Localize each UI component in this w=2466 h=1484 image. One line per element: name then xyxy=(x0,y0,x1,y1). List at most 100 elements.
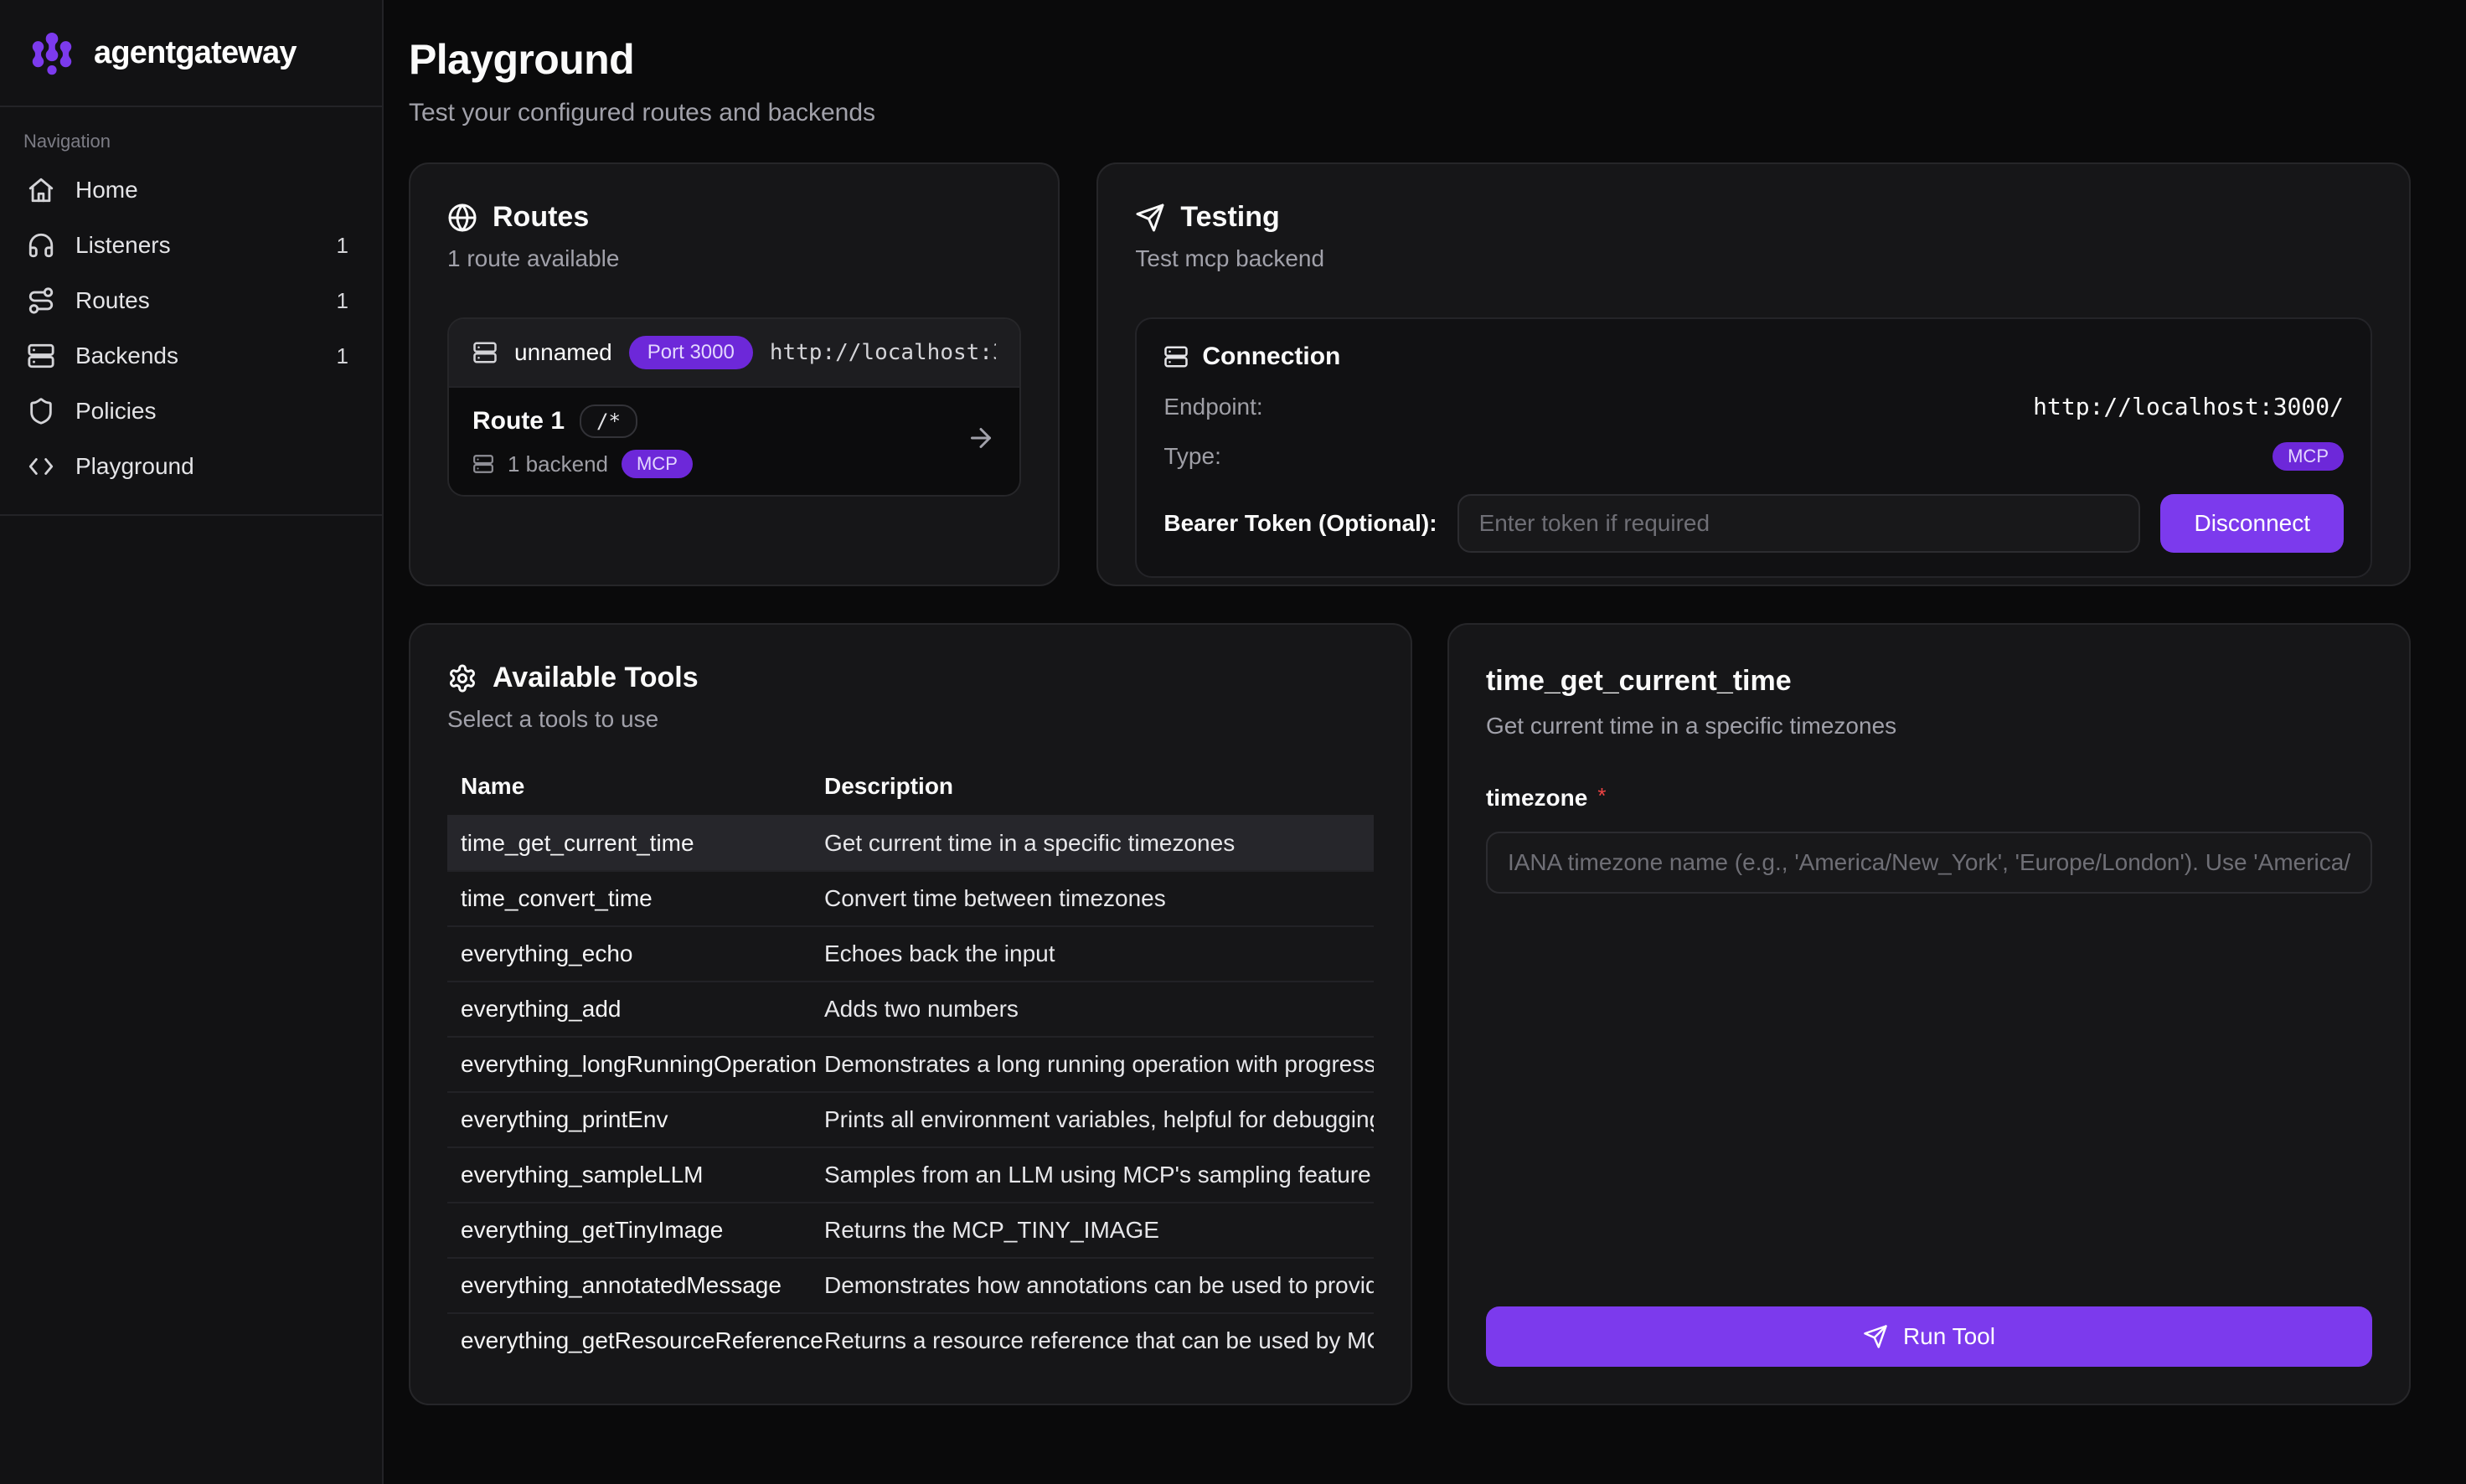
gear-icon xyxy=(447,663,477,693)
tool-name: time_get_current_time xyxy=(447,830,824,857)
bearer-token-input[interactable] xyxy=(1457,494,2141,553)
routes-card-title: Routes xyxy=(493,201,589,234)
tool-runner-title: time_get_current_time xyxy=(1486,665,2372,698)
tool-name: everything_longRunningOperation xyxy=(447,1051,824,1078)
route-name: Route 1 xyxy=(472,407,565,435)
sidebar: agentgateway Navigation Home Listeners 1 xyxy=(0,0,384,1484)
tool-description: Convert time between timezones xyxy=(824,885,1374,912)
tool-description: Returns a resource reference that can be… xyxy=(824,1327,1374,1354)
page-subtitle: Test your configured routes and backends xyxy=(409,99,2411,127)
required-marker: * xyxy=(1597,785,1606,806)
tool-name: everything_echo xyxy=(447,940,824,967)
sidebar-item-count: 1 xyxy=(337,233,355,259)
tools-table: Name Description time_get_current_time G… xyxy=(447,773,1374,1367)
route-path-badge: /* xyxy=(580,404,637,438)
tool-description: Returns the MCP_TINY_IMAGE xyxy=(824,1217,1374,1244)
column-header-name: Name xyxy=(447,773,824,800)
server-icon xyxy=(27,342,55,370)
disconnect-button[interactable]: Disconnect xyxy=(2160,494,2344,553)
route-row[interactable]: Route 1 /* 1 backend MCP xyxy=(449,386,1019,495)
tool-row[interactable]: time_convert_time Convert time between t… xyxy=(447,872,1374,927)
tool-description: Echoes back the input xyxy=(824,940,1374,967)
testing-card-title: Testing xyxy=(1180,201,1279,234)
route-backend-count: 1 backend xyxy=(508,451,608,477)
tool-row[interactable]: everything_sampleLLM Samples from an LLM… xyxy=(447,1148,1374,1203)
tool-runner-description: Get current time in a specific timezones xyxy=(1486,713,2372,739)
tool-name: everything_getTinyImage xyxy=(447,1217,824,1244)
sidebar-divider xyxy=(0,514,382,516)
tool-description: Adds two numbers xyxy=(824,996,1374,1023)
tool-description: Demonstrates a long running operation wi… xyxy=(824,1051,1374,1078)
tool-name: everything_printEnv xyxy=(447,1106,824,1133)
send-icon xyxy=(1863,1324,1888,1349)
endpoint-value: http://localhost:3000/ xyxy=(2033,393,2344,420)
tool-name: time_convert_time xyxy=(447,885,824,912)
sidebar-item-count: 1 xyxy=(337,343,355,369)
table-body: time_get_current_time Get current time i… xyxy=(447,817,1374,1367)
testing-card: Testing Test mcp backend Connection Endp… xyxy=(1096,162,2411,586)
table-header-row: Name Description xyxy=(447,773,1374,817)
sidebar-item-listeners[interactable]: Listeners 1 xyxy=(13,218,369,273)
sidebar-nav: Home Listeners 1 Routes 1 Backe xyxy=(0,162,382,494)
available-tools-subtitle: Select a tools to use xyxy=(447,706,1374,733)
tool-row[interactable]: everything_annotatedMessage Demonstrates… xyxy=(447,1259,1374,1314)
bearer-token-label: Bearer Token (Optional): xyxy=(1163,510,1437,537)
tool-row[interactable]: everything_printEnv Prints all environme… xyxy=(447,1093,1374,1148)
run-tool-label: Run Tool xyxy=(1903,1323,1995,1350)
send-icon xyxy=(1135,203,1165,233)
connection-title: Connection xyxy=(1202,343,1340,371)
routes-card-subtitle: 1 route available xyxy=(447,245,1021,272)
tool-row[interactable]: everything_getResourceReference Returns … xyxy=(447,1314,1374,1367)
sidebar-item-backends[interactable]: Backends 1 xyxy=(13,328,369,384)
sidebar-item-label: Listeners xyxy=(75,232,317,259)
sidebar-item-playground[interactable]: Playground xyxy=(13,439,369,494)
sidebar-item-label: Home xyxy=(75,177,355,204)
brand-name: agentgateway xyxy=(94,35,297,71)
sidebar-item-routes[interactable]: Routes 1 xyxy=(13,273,369,328)
timezone-input[interactable] xyxy=(1486,832,2372,894)
route-icon xyxy=(27,286,55,315)
tool-runner-panel: time_get_current_time Get current time i… xyxy=(1447,623,2411,1405)
sidebar-item-label: Routes xyxy=(75,287,317,314)
available-tools-title: Available Tools xyxy=(493,662,699,694)
available-tools-card: Available Tools Select a tools to use Na… xyxy=(409,623,1412,1405)
app-root: agentgateway Navigation Home Listeners 1 xyxy=(0,0,2466,1484)
type-label: Type: xyxy=(1163,443,1220,470)
listener-name: unnamed xyxy=(514,339,612,366)
port-badge: Port 3000 xyxy=(629,336,753,369)
tool-row[interactable]: everything_getTinyImage Returns the MCP_… xyxy=(447,1203,1374,1259)
listener-group: unnamed Port 3000 http://localhost:3000/… xyxy=(447,317,1021,497)
column-header-description: Description xyxy=(824,773,1374,800)
sidebar-item-label: Playground xyxy=(75,453,355,480)
param-label-timezone: timezone xyxy=(1486,785,1587,812)
shield-icon xyxy=(27,397,55,425)
headphones-icon xyxy=(27,231,55,260)
server-icon xyxy=(1163,344,1189,369)
code-icon xyxy=(27,452,55,481)
tool-row[interactable]: everything_echo Echoes back the input xyxy=(447,927,1374,982)
arrow-right-icon xyxy=(966,423,996,460)
sidebar-item-label: Policies xyxy=(75,398,355,425)
brand[interactable]: agentgateway xyxy=(0,0,382,107)
sidebar-item-count: 1 xyxy=(337,288,355,314)
tool-description: Prints all environment variables, helpfu… xyxy=(824,1106,1374,1133)
listener-row: unnamed Port 3000 http://localhost:3000/ xyxy=(449,319,1019,386)
globe-icon xyxy=(447,203,477,233)
page-title: Playground xyxy=(409,35,2411,84)
tool-name: everything_add xyxy=(447,996,824,1023)
connection-panel: Connection Endpoint: http://localhost:30… xyxy=(1135,317,2372,578)
type-badge: MCP xyxy=(2273,442,2344,471)
sidebar-item-policies[interactable]: Policies xyxy=(13,384,369,439)
sidebar-item-home[interactable]: Home xyxy=(13,162,369,218)
tool-name: everything_annotatedMessage xyxy=(447,1272,824,1299)
run-tool-button[interactable]: Run Tool xyxy=(1486,1306,2372,1367)
listener-url: http://localhost:3000/ xyxy=(770,340,997,365)
tool-description: Demonstrates how annotations can be used… xyxy=(824,1272,1374,1299)
sidebar-item-label: Backends xyxy=(75,343,317,369)
tool-row[interactable]: time_get_current_time Get current time i… xyxy=(447,817,1374,872)
routes-card: Routes 1 route available unnamed Port 30… xyxy=(409,162,1060,586)
tool-row[interactable]: everything_add Adds two numbers xyxy=(447,982,1374,1038)
tool-row[interactable]: everything_longRunningOperation Demonstr… xyxy=(447,1038,1374,1093)
server-icon xyxy=(472,340,498,365)
main-content: Playground Test your configured routes a… xyxy=(384,0,2466,1484)
